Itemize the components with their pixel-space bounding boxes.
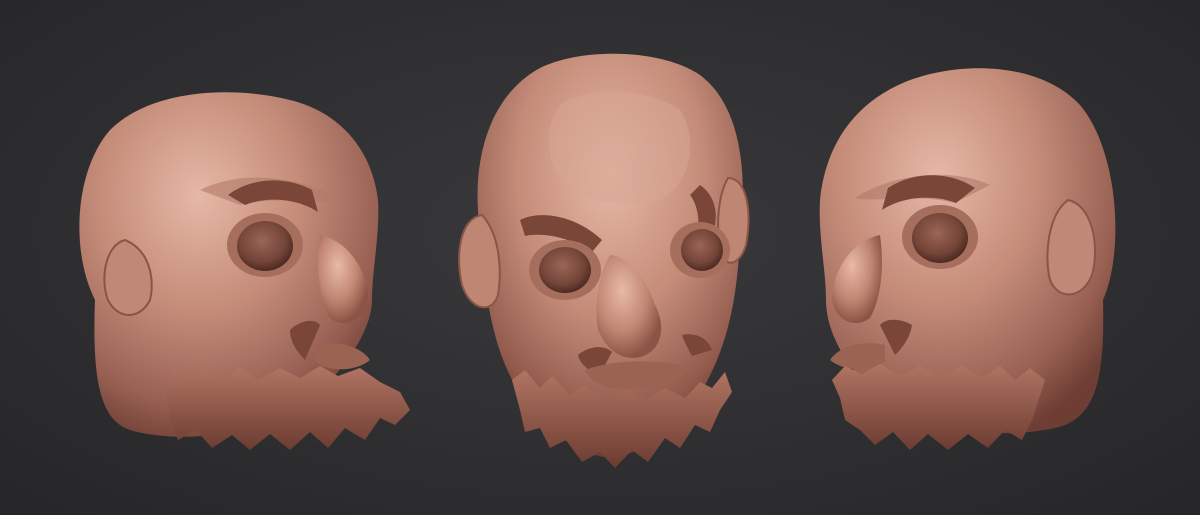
render-canvas	[79, 53, 1116, 468]
eyeball	[912, 213, 968, 263]
eyeball-left	[539, 247, 591, 293]
eyeball-right	[681, 229, 723, 271]
mouth	[315, 343, 370, 370]
forehead-bulge	[548, 91, 691, 204]
sculpt-viewport	[0, 0, 1200, 515]
beard	[165, 366, 410, 450]
sculpted-head-front	[458, 53, 750, 468]
mouth	[830, 343, 885, 370]
sculpted-head-right	[819, 68, 1116, 450]
sculpted-head-left	[79, 92, 410, 450]
eyeball	[237, 221, 293, 271]
